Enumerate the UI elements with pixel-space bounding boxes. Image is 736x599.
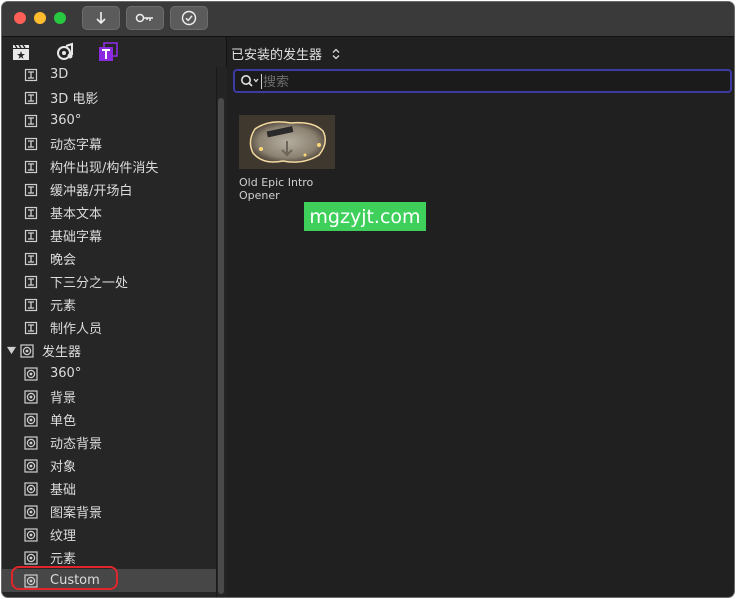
titles-generators-icon[interactable] [98, 42, 118, 62]
title-icon [24, 321, 38, 335]
sidebar-item[interactable]: 基础 [2, 477, 216, 500]
sidebar-item-label: 元素 [50, 552, 77, 567]
generator-icon [24, 366, 38, 381]
import-button[interactable] [82, 6, 120, 30]
generator-preview-image [239, 115, 335, 169]
sidebar-item-label: 缓冲器/开场白 [50, 184, 133, 199]
sidebar-item[interactable]: 晚会 [2, 247, 216, 270]
sidebar-item-label: 360° [50, 366, 82, 381]
sidebar-item[interactable]: 3D 电影 [2, 86, 216, 109]
sidebar-tabs [2, 37, 226, 67]
sidebar-item[interactable]: 制作人员 [2, 316, 216, 339]
keyword-button[interactable] [126, 6, 164, 30]
title-icon [24, 137, 38, 151]
sidebar-item[interactable]: 缓冲器/开场白 [2, 178, 216, 201]
sidebar-item-label: 3D 电影 [50, 92, 99, 107]
browser-header: 已安装的发生器 [227, 37, 734, 67]
sidebar-item[interactable]: 360° [2, 109, 216, 132]
search-icon[interactable] [240, 74, 260, 88]
title-icon [24, 206, 38, 220]
down-arrow-icon [96, 12, 106, 25]
sidebar-item-label: 3D [50, 67, 69, 82]
generator-icon [24, 435, 38, 450]
sidebar-item[interactable]: 3D [2, 67, 216, 86]
sidebar-item-label: 动态背景 [50, 437, 103, 452]
title-icon [24, 160, 38, 174]
clapperboard-icon[interactable] [12, 43, 30, 61]
sidebar-item[interactable]: 元素 [2, 293, 216, 316]
sidebar-item-label: 基础 [50, 483, 77, 498]
sidebar-item[interactable]: 单色 [2, 408, 216, 431]
sidebar-item[interactable]: 基础字幕 [2, 224, 216, 247]
sidebar-item-label: 下三分之一处 [50, 276, 129, 291]
music-icon[interactable] [56, 42, 76, 62]
sidebar-item-label: 构件出现/构件消失 [50, 161, 159, 176]
sidebar-item[interactable]: 下三分之一处 [2, 270, 216, 293]
sidebar-item[interactable]: 对象 [2, 454, 216, 477]
sidebar-item-label: 基本文本 [50, 207, 103, 222]
title-icon [24, 275, 38, 289]
browser-category-popup[interactable]: 已安装的发生器 [231, 44, 341, 63]
sidebar-item[interactable]: 基本文本 [2, 201, 216, 224]
browser-category-label: 已安装的发生器 [231, 48, 323, 63]
sidebar-item-label: 纹理 [50, 529, 77, 544]
sidebar-item-label: 发生器 [42, 345, 82, 360]
title-icon [24, 183, 38, 197]
disclosure-triangle-icon[interactable] [7, 346, 16, 355]
sidebar-item-label: 背景 [50, 391, 77, 406]
sidebar-item-label: 动态字幕 [50, 138, 103, 153]
key-icon [135, 13, 153, 23]
sidebar-item-label: 对象 [50, 460, 77, 475]
title-bar [2, 2, 734, 37]
title-icon [24, 229, 38, 243]
title-icon [24, 114, 38, 128]
sidebar-item[interactable]: 360° [2, 362, 216, 385]
title-icon [24, 298, 38, 312]
generator-icon [24, 389, 38, 404]
generator-title[interactable]: Old Epic Intro Opener [239, 176, 339, 202]
sidebar-group-generators[interactable]: 发生器 [2, 339, 216, 362]
minimize-window-button[interactable] [34, 12, 46, 24]
background-tasks-button[interactable] [170, 6, 208, 30]
close-window-button[interactable] [14, 12, 26, 24]
up-down-chevron-icon [332, 48, 340, 60]
title-icon [24, 252, 38, 266]
sidebar-item[interactable]: 背景 [2, 385, 216, 408]
sidebar-item[interactable]: 图案背景 [2, 500, 216, 523]
sidebar: 3D 3D 电影 360° 动态字幕构件出现/构件消失 缓冲器/开场白 基本文本基础字幕晚… [2, 67, 216, 597]
title-icon [24, 91, 38, 105]
sidebar-item-label: 元素 [50, 299, 77, 314]
sidebar-item[interactable]: 构件出现/构件消失 [2, 155, 216, 178]
annotation-highlight [11, 566, 118, 590]
sidebar-item-label: 单色 [50, 414, 77, 429]
generator-icon [24, 458, 38, 473]
sidebar-item-label: 制作人员 [50, 322, 103, 337]
title-icon [24, 68, 38, 82]
generator-icon [24, 550, 38, 565]
generator-icon [20, 343, 34, 358]
checkmark-circle-icon [181, 10, 197, 26]
generator-icon [24, 527, 38, 542]
generator-icon [24, 504, 38, 519]
sidebar-item-label: 360° [50, 113, 82, 128]
sidebar-item-label: 晚会 [50, 253, 77, 268]
generator-thumbnail[interactable] [239, 115, 335, 169]
sidebar-scrollbar-thumb[interactable] [218, 98, 224, 594]
sidebar-item[interactable]: 纹理 [2, 523, 216, 546]
sidebar-item-label: 基础字幕 [50, 230, 103, 245]
sidebar-item[interactable]: 动态字幕 [2, 132, 216, 155]
watermark: mgzyjt.com [304, 202, 426, 231]
search-input[interactable] [261, 72, 725, 92]
generator-icon [24, 481, 38, 496]
zoom-window-button[interactable] [54, 12, 66, 24]
search-field[interactable] [233, 69, 732, 93]
generator-icon [24, 412, 38, 427]
sidebar-item[interactable]: 动态背景 [2, 431, 216, 454]
sidebar-item-label: 图案背景 [50, 506, 103, 521]
